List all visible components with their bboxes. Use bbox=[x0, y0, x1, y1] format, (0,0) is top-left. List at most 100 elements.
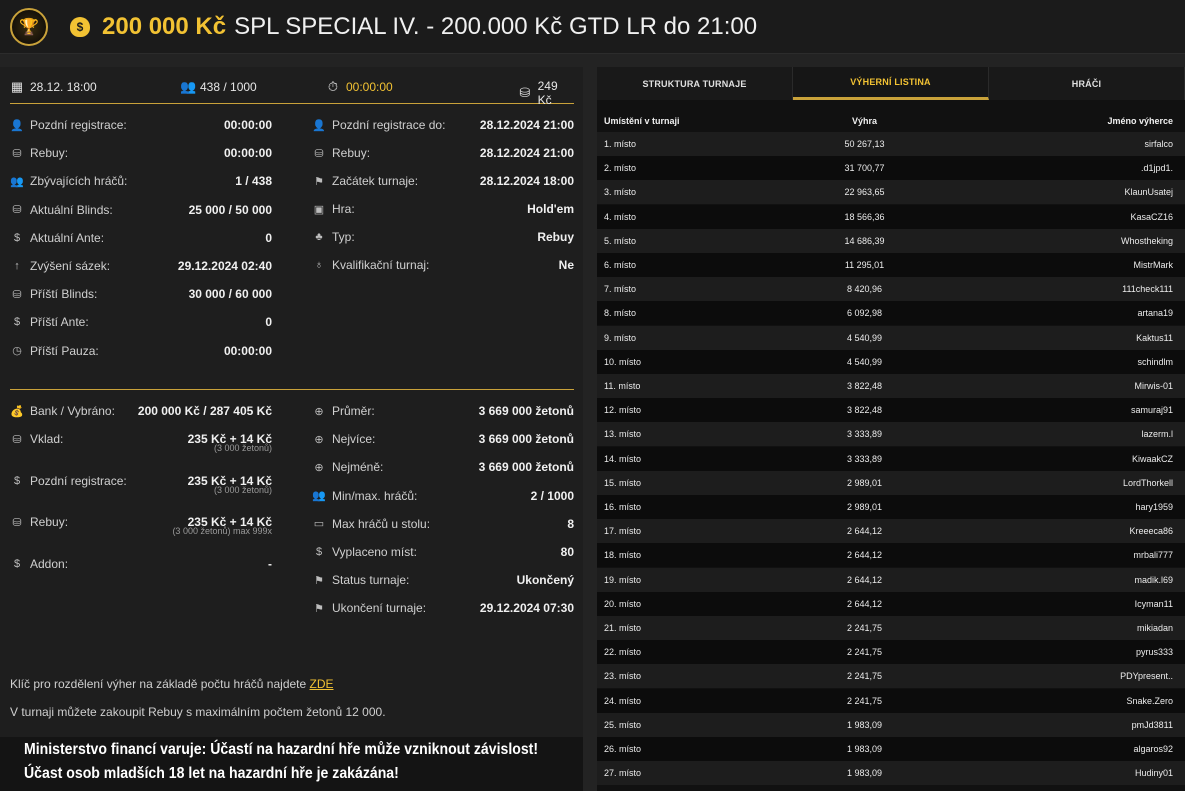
table-row: 3. místo 22 963,65 KlaunUsatej bbox=[597, 180, 1185, 205]
winner-cell: KiwaakCZ bbox=[1131, 453, 1173, 464]
info-row: 👥 Zbývajících hráčů: 1 / 438 bbox=[10, 171, 272, 191]
place-cell: 12. místo bbox=[604, 405, 642, 416]
place-cell: 16. místo bbox=[604, 502, 642, 512]
table-row: 10. místo 4 540,99 schindlm bbox=[597, 349, 1185, 374]
coin-icon: $ bbox=[13, 316, 21, 329]
tab-players[interactable]: HRÁČI bbox=[989, 67, 1185, 100]
info-label: Začátek turnaje: bbox=[332, 174, 419, 188]
place-cell: 19. místo bbox=[604, 574, 642, 585]
warning-line-2: Účast osob mladších 18 let na hazardní h… bbox=[24, 765, 399, 782]
place-cell: 5. místo bbox=[604, 235, 637, 246]
stopwatch-icon: ⏱ bbox=[327, 79, 339, 94]
summary-bar: ▦ 28.12. 18:00 👥 438 / 1000 ⏱ 00:00:00 ⛁… bbox=[10, 67, 574, 107]
header-place[interactable]: Umístění v turnaji bbox=[604, 116, 680, 126]
place-cell: 10. místo bbox=[604, 356, 642, 367]
place-cell: 20. místo bbox=[604, 598, 642, 609]
payout-key-link[interactable]: ZDE bbox=[310, 677, 334, 691]
chip-icon: ⛁ bbox=[519, 85, 531, 100]
players-count: 👥 438 / 1000 bbox=[180, 79, 257, 94]
winner-cell: Icyman11 bbox=[1134, 598, 1173, 609]
warning-line-1: Ministerstvo financí varuje: Účastí na h… bbox=[24, 741, 539, 758]
tab-bar: STRUKTURA TURNAJE VÝHERNÍ LISTINA HRÁČI bbox=[597, 67, 1185, 100]
prize-cell: 6 092,98 bbox=[846, 308, 883, 319]
info-label: Zbývajících hráčů: bbox=[30, 174, 128, 189]
tab-payouts[interactable]: VÝHERNÍ LISTINA bbox=[793, 67, 989, 100]
winner-cell: artana19 bbox=[1137, 308, 1173, 319]
users-icon: 👥 bbox=[10, 175, 24, 188]
winner-cell: hary1959 bbox=[1135, 502, 1173, 512]
info-row: $ Vyplaceno míst: 80 bbox=[312, 542, 574, 562]
flag-icon: ⚑ bbox=[314, 574, 324, 587]
info-label: Status turnaje: bbox=[332, 573, 410, 588]
info-label: Aktuální Ante: bbox=[30, 230, 105, 245]
chips-icon: ⛁ bbox=[314, 147, 324, 160]
winner-cell: Kreeeca86 bbox=[1129, 526, 1173, 537]
table-row: 14. místo 3 333,89 KiwaakCZ bbox=[597, 446, 1185, 471]
info-row: ↑ Zvýšení sázek: 29.12.2024 02:40 bbox=[10, 256, 272, 276]
info-value: Rebuy bbox=[537, 230, 574, 244]
info-value: Ukončený bbox=[516, 573, 574, 588]
info-row: ⊕ Průměr: 3 669 000 žetonů bbox=[312, 401, 574, 421]
info-row: ⛁ Aktuální Blinds: 25 000 / 50 000 bbox=[10, 200, 272, 220]
place-cell: 15. místo bbox=[604, 477, 642, 488]
winner-cell: sirfalco bbox=[1144, 139, 1173, 149]
info-row: $ Pozdní registrace: 235 Kč + 14 Kč (3 000 … bbox=[10, 471, 272, 495]
info-value: 00:00:00 bbox=[223, 343, 272, 358]
info-label: Vyplaceno míst: bbox=[332, 545, 417, 559]
place-cell: 17. místo bbox=[604, 526, 642, 537]
prize-cell: 2 644,12 bbox=[846, 598, 883, 609]
info-row: ⛁ Rebuy: 00:00:00 bbox=[10, 143, 272, 163]
header-prize[interactable]: Výhra bbox=[827, 116, 902, 126]
info-value: 29.12.2024 02:40 bbox=[177, 259, 272, 273]
place-cell: 8. místo bbox=[604, 308, 637, 319]
info-value: 3 669 000 žetonů bbox=[478, 432, 574, 447]
info-value: 0 bbox=[265, 315, 272, 330]
winner-cell: Hudiny01 bbox=[1134, 768, 1173, 779]
tab-structure[interactable]: STRUKTURA TURNAJE bbox=[597, 67, 793, 100]
info-label: Aktuální Blinds: bbox=[30, 202, 113, 217]
chips-icon: ⛁ bbox=[12, 433, 22, 446]
place-cell: 21. místo bbox=[604, 623, 642, 633]
info-label: Vklad: bbox=[30, 432, 64, 446]
table-row: 7. místo 8 420,96 111check111 bbox=[597, 277, 1185, 302]
prize-cell: 2 644,12 bbox=[846, 526, 883, 537]
table-row: 26. místo 1 983,09 algaros92 bbox=[597, 737, 1185, 761]
place-cell: 26. místo bbox=[604, 744, 642, 754]
info-value: 30 000 / 60 000 bbox=[188, 287, 272, 302]
prize-cell: 1 983,09 bbox=[846, 768, 883, 779]
header-winner[interactable]: Jméno výherce bbox=[1107, 116, 1173, 126]
info-label: Min/max. hráčů: bbox=[332, 488, 418, 503]
suits-icon: ♣ bbox=[315, 231, 323, 243]
winner-cell: schindlm bbox=[1137, 356, 1173, 367]
prize-cell: 2 241,75 bbox=[846, 647, 883, 658]
prize-cell: 1 983,09 bbox=[846, 719, 883, 730]
place-cell: 7. místo bbox=[604, 284, 637, 295]
winner-cell: lazerm.l bbox=[1141, 429, 1173, 440]
winner-cell: LordThorkell bbox=[1122, 477, 1173, 488]
table-row: 22. místo 2 241,75 pyrus333 bbox=[597, 640, 1185, 665]
prize-cell: 14 686,39 bbox=[844, 235, 885, 246]
coin-icon: $ bbox=[13, 558, 21, 570]
info-label: Addon: bbox=[30, 557, 69, 571]
prize-cell: 18 566,36 bbox=[844, 211, 885, 222]
table-row: 2. místo 31 700,77 .d1jpd1. bbox=[597, 156, 1185, 181]
info-label: Zvýšení sázek: bbox=[30, 259, 111, 273]
trophy-logo-icon[interactable]: 🏆 bbox=[10, 7, 48, 46]
winner-cell: pmJd3811 bbox=[1131, 719, 1173, 730]
money-bag-icon: 💰 bbox=[10, 405, 24, 418]
winner-cell: .d1jpd1. bbox=[1140, 163, 1173, 174]
place-cell: 23. místo bbox=[604, 671, 642, 682]
flag-icon: ⚑ bbox=[314, 175, 324, 188]
table-row: 19. místo 2 644,12 madik.l69 bbox=[597, 567, 1185, 592]
info-label: Max hráčů u stolu: bbox=[332, 516, 431, 531]
place-cell: 22. místo bbox=[604, 647, 642, 658]
table-row: 23. místo 2 241,75 PDYpresent.. bbox=[597, 664, 1185, 689]
info-row: 👤 Pozdní registrace do: 28.12.2024 21:00 bbox=[312, 115, 574, 135]
place-cell: 1. místo bbox=[604, 139, 637, 149]
info-value: - bbox=[268, 557, 272, 571]
info-row: ⚑ Ukončení turnaje: 29.12.2024 07:30 bbox=[312, 598, 574, 618]
info-label: Pozdní registrace: bbox=[30, 474, 127, 488]
winner-cell: Whostheking bbox=[1120, 235, 1173, 246]
info-row: ⛁ Vklad: 235 Kč + 14 Kč (3 000 žetonů) bbox=[10, 429, 272, 453]
info-value: 28.12.2024 21:00 bbox=[479, 146, 574, 160]
